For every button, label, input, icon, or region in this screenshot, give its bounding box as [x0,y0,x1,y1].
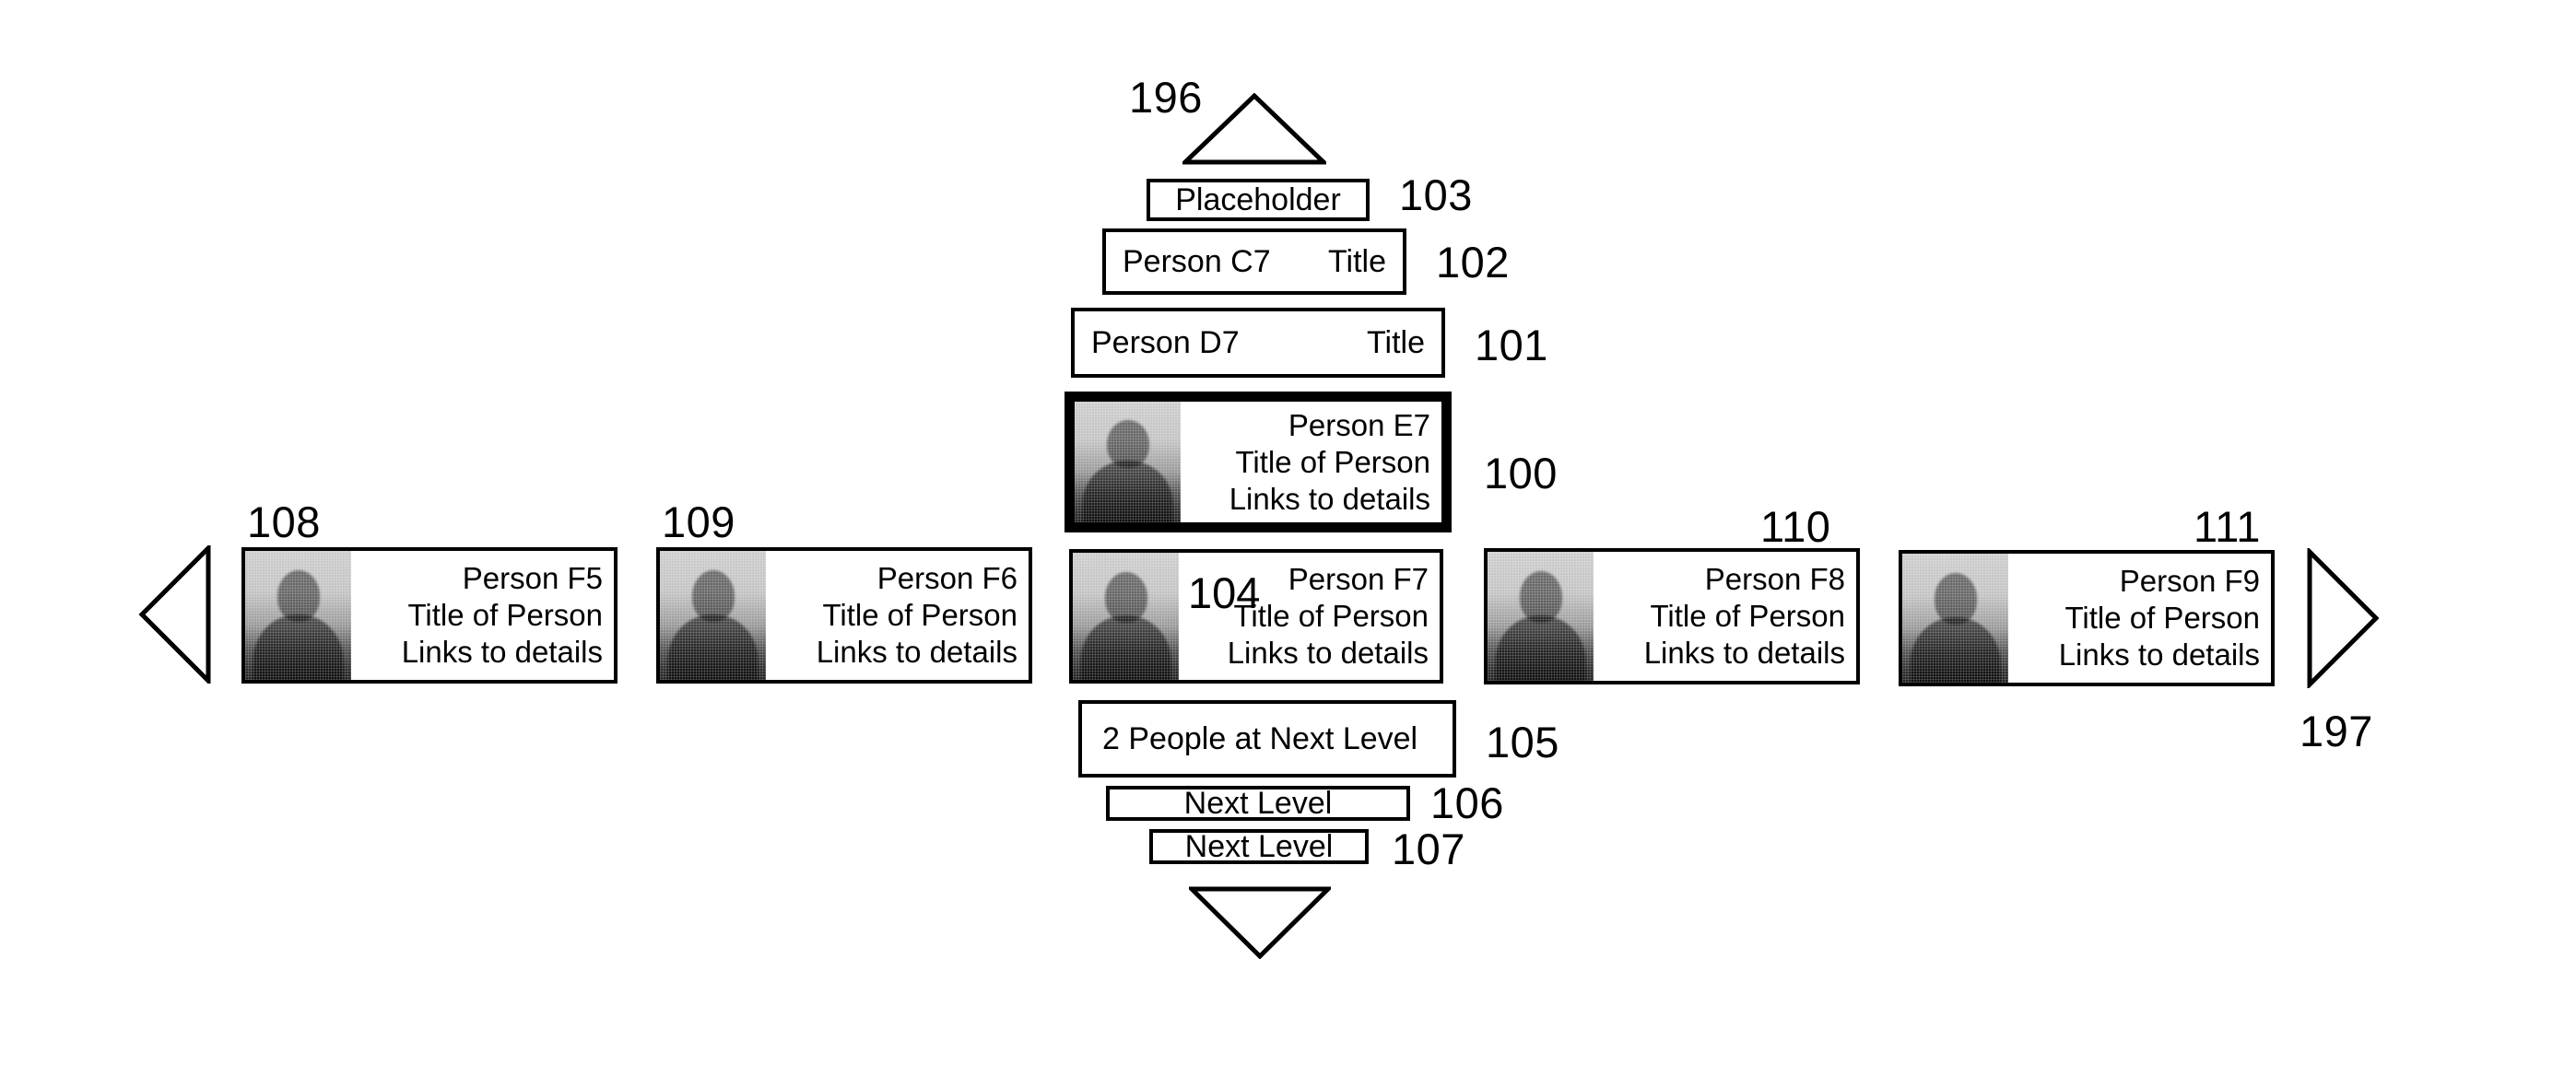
triangle-down-icon[interactable] [1189,885,1331,959]
avatar [1488,552,1594,681]
person-card-f9[interactable]: Person F9 Title of Person Links to detai… [1899,550,2275,686]
person-card-f7[interactable]: 104 Person F7 Title of Person Links to d… [1069,549,1443,684]
triangle-right-icon[interactable] [2306,548,2380,688]
person-card-selected-links[interactable]: Links to details [1229,481,1430,518]
descendant-count-label: 2 People at Next Level [1102,720,1418,756]
person-card-f8-name: Person F8 [1704,562,1845,596]
person-card-f5-links[interactable]: Links to details [402,634,603,671]
ref-numeral-110: 110 [1760,502,1831,551]
ref-numeral-109: 109 [662,497,735,546]
ref-numeral-104: 104 [1188,568,1261,617]
person-card-f9-name: Person F9 [2119,564,2260,598]
next-level-row-2[interactable]: Next Level [1149,829,1369,864]
next-level-row-2-label: Next Level [1184,829,1334,864]
person-card-f5-name: Person F5 [462,561,603,595]
person-card-f5-title: Title of Person [407,598,603,632]
person-card-f8[interactable]: Person F8 Title of Person Links to detai… [1484,548,1860,684]
avatar [660,551,766,680]
triangle-up-icon[interactable] [1182,93,1326,165]
avatar [245,551,351,680]
person-card-f5-text: Person F5 Title of Person Links to detai… [351,551,614,680]
ref-numeral-111: 111 [2194,502,2261,551]
ref-numeral-101: 101 [1475,321,1548,369]
person-card-f5[interactable]: Person F5 Title of Person Links to detai… [241,547,618,684]
ref-numeral-108: 108 [247,497,321,546]
figure-canvas: 196 Placeholder 103 Person C7 Title 102 … [0,0,2576,1076]
next-level-row-1[interactable]: Next Level [1106,786,1410,821]
person-card-f6-links[interactable]: Links to details [817,634,1017,671]
person-card-selected-name: Person E7 [1288,407,1430,442]
person-card-f7-text: 104 Person F7 Title of Person Links to d… [1179,553,1440,680]
person-card-f7-title: Title of Person [1233,599,1429,633]
ancestor-row-d7-title: Title [1367,324,1425,360]
person-card-f6[interactable]: Person F6 Title of Person Links to detai… [656,547,1032,684]
person-card-f9-links[interactable]: Links to details [2059,637,2260,673]
person-card-f9-text: Person F9 Title of Person Links to detai… [2008,554,2271,683]
ref-numeral-105: 105 [1486,718,1559,766]
person-card-selected[interactable]: Person E7 Title of Person Links to detai… [1065,392,1452,532]
person-card-f6-text: Person F6 Title of Person Links to detai… [766,551,1029,680]
person-card-f6-title: Title of Person [822,598,1017,632]
ancestor-row-c7[interactable]: Person C7 Title [1102,228,1406,295]
avatar [1902,554,2008,683]
avatar [1075,402,1181,522]
ref-numeral-197: 197 [2300,707,2373,755]
ref-numeral-100: 100 [1484,449,1558,497]
ref-numeral-107: 107 [1392,825,1465,873]
descendant-count-row[interactable]: 2 People at Next Level [1078,700,1456,778]
avatar [1073,553,1179,680]
person-card-selected-text: Person E7 Title of Person Links to detai… [1181,402,1441,522]
person-card-f7-name: Person F7 [1288,562,1429,596]
person-card-f8-text: Person F8 Title of Person Links to detai… [1594,552,1856,681]
triangle-left-icon[interactable] [138,545,212,684]
ancestor-row-c7-title: Title [1328,243,1386,279]
person-card-f9-title: Title of Person [2064,601,2260,635]
person-card-f8-title: Title of Person [1650,599,1845,633]
person-card-selected-title: Title of Person [1235,444,1430,479]
next-level-row-1-label: Next Level [1183,786,1333,821]
person-card-f8-links[interactable]: Links to details [1644,635,1845,672]
person-card-f7-links[interactable]: Links to details [1228,635,1429,672]
person-card-f6-name: Person F6 [876,561,1017,595]
ancestor-row-d7-name: Person D7 [1091,324,1240,360]
ref-numeral-106: 106 [1430,778,1504,827]
ancestor-row-placeholder[interactable]: Placeholder [1147,179,1370,221]
ancestor-row-d7[interactable]: Person D7 Title [1071,308,1445,378]
ancestor-row-c7-name: Person C7 [1123,243,1271,279]
ref-numeral-102: 102 [1436,238,1510,287]
ancestor-row-placeholder-label: Placeholder [1175,181,1341,217]
ref-numeral-103: 103 [1399,170,1473,219]
